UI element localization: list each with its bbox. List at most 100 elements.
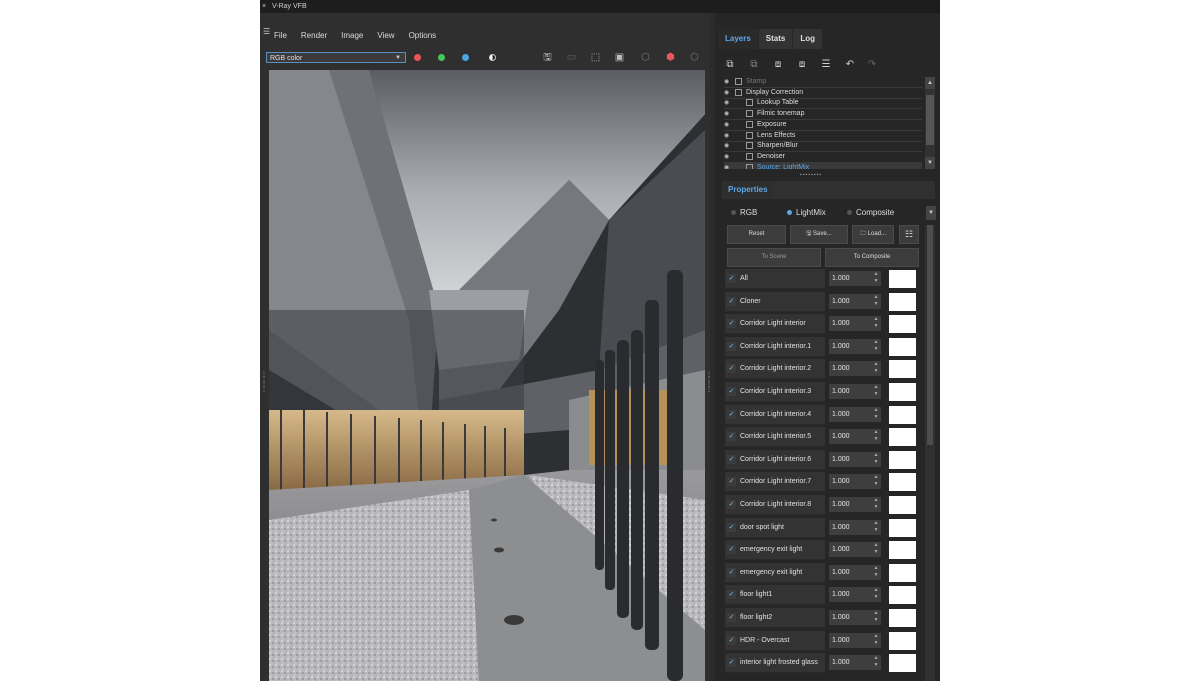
- light-enable-checkbox[interactable]: ✓: [727, 364, 736, 374]
- undo-icon[interactable]: ↶: [843, 58, 857, 72]
- tab-log[interactable]: Log: [793, 29, 823, 49]
- light-color-swatch[interactable]: [889, 541, 916, 560]
- reset-button[interactable]: Reset: [727, 225, 786, 244]
- green-channel-toggle[interactable]: [438, 54, 445, 61]
- tab-layers[interactable]: Layers: [718, 29, 758, 49]
- stepper-icon[interactable]: ▲ ▼: [872, 271, 880, 286]
- layer-item[interactable]: ◉ Denoiser: [724, 152, 922, 163]
- mode-radio-rgb[interactable]: RGB: [731, 206, 757, 220]
- save-button[interactable]: 🖫 Save...: [790, 225, 848, 244]
- layer-item[interactable]: ◉ Exposure: [724, 120, 922, 131]
- eye-icon[interactable]: ◉: [724, 88, 732, 98]
- light-enable-checkbox[interactable]: ✓: [727, 635, 736, 645]
- properties-scrollbar[interactable]: [925, 225, 935, 681]
- light-color-swatch[interactable]: [889, 586, 916, 605]
- load-layers-icon[interactable]: ⧈: [795, 58, 809, 72]
- layer-item[interactable]: ◉ Source: LightMix: [724, 162, 922, 169]
- light-color-swatch[interactable]: [889, 473, 916, 492]
- layer-scrollbar[interactable]: ▲ ▼: [925, 77, 935, 169]
- light-enable-checkbox[interactable]: ✓: [727, 274, 736, 283]
- properties-scroll-thumb[interactable]: [927, 225, 933, 445]
- light-color-swatch[interactable]: [889, 315, 916, 334]
- mode-radio-composite[interactable]: Composite: [847, 206, 894, 220]
- light-color-swatch[interactable]: [889, 631, 916, 650]
- properties-tab[interactable]: Properties: [722, 181, 774, 199]
- menu-render[interactable]: Render: [301, 31, 327, 43]
- light-color-swatch[interactable]: [889, 292, 916, 311]
- save-all-icon[interactable]: ▭: [565, 51, 578, 64]
- light-color-swatch[interactable]: [889, 496, 916, 514]
- tab-stats[interactable]: Stats: [758, 29, 793, 49]
- add-layer-icon[interactable]: ⧉: [723, 58, 737, 72]
- scroll-up-icon[interactable]: ▲: [925, 77, 935, 89]
- panel-splitter[interactable]: ▪▪▪▪▪▪▪▪: [800, 172, 840, 178]
- light-enable-checkbox[interactable]: ✓: [727, 500, 736, 509]
- stepper-icon[interactable]: ▲ ▼: [872, 316, 880, 331]
- redo-icon[interactable]: ↷: [865, 58, 879, 72]
- layer-item[interactable]: ◉ Filmic tonemap: [724, 109, 922, 121]
- light-enable-checkbox[interactable]: ✓: [727, 613, 736, 622]
- light-color-swatch[interactable]: [889, 405, 916, 424]
- red-channel-toggle[interactable]: [414, 54, 421, 61]
- stepper-icon[interactable]: ▲ ▼: [872, 610, 880, 625]
- light-enable-checkbox[interactable]: ✓: [727, 387, 736, 396]
- fit-icon[interactable]: ▣: [613, 51, 626, 64]
- menu-image[interactable]: Image: [341, 31, 363, 43]
- light-enable-checkbox[interactable]: ✓: [727, 590, 736, 600]
- stepper-icon[interactable]: ▲ ▼: [872, 565, 880, 580]
- start-render-icon[interactable]: ⬡: [688, 51, 701, 64]
- remove-layer-icon[interactable]: ⧉: [747, 58, 761, 72]
- light-color-swatch[interactable]: [889, 609, 916, 627]
- stepper-icon[interactable]: ▲ ▼: [872, 339, 880, 354]
- list-options-icon[interactable]: ☰: [819, 58, 833, 72]
- mono-toggle-icon[interactable]: [489, 54, 496, 61]
- save-icon[interactable]: 🖫: [541, 51, 554, 64]
- light-enable-checkbox[interactable]: ✓: [727, 409, 736, 419]
- layer-item[interactable]: ◉ Sharpen/Blur: [724, 141, 922, 153]
- light-enable-checkbox[interactable]: ✓: [727, 477, 736, 487]
- eye-icon[interactable]: ◉: [724, 120, 732, 130]
- stepper-icon[interactable]: ▲ ▼: [872, 474, 880, 489]
- layer-item[interactable]: ◉ Stamp: [724, 77, 922, 88]
- light-color-swatch[interactable]: [889, 383, 916, 401]
- load-button[interactable]: 🗀 Load...: [852, 225, 894, 244]
- light-color-swatch[interactable]: [889, 654, 916, 673]
- stop-render-icon[interactable]: ⬢: [664, 51, 677, 64]
- light-enable-checkbox[interactable]: ✓: [727, 296, 736, 306]
- region-render-icon[interactable]: ⬚: [589, 51, 602, 64]
- hamburger-menu-icon[interactable]: ☰: [263, 28, 271, 36]
- light-enable-checkbox[interactable]: ✓: [727, 454, 736, 464]
- eye-icon[interactable]: ◉: [724, 141, 732, 151]
- mode-radio-lightmix[interactable]: LightMix: [787, 206, 826, 220]
- eye-icon[interactable]: ◉: [724, 152, 732, 162]
- light-color-swatch[interactable]: [889, 518, 916, 537]
- save-layers-icon[interactable]: ⧈: [771, 58, 785, 72]
- light-color-swatch[interactable]: [889, 450, 916, 469]
- scroll-thumb[interactable]: [926, 95, 934, 145]
- stepper-icon[interactable]: ▲ ▼: [872, 384, 880, 399]
- render-last-icon[interactable]: ⬡: [639, 51, 652, 64]
- menu-file[interactable]: File: [274, 31, 287, 43]
- to-scene-button[interactable]: To Scene: [727, 248, 821, 267]
- menu-view[interactable]: View: [377, 31, 394, 43]
- light-enable-checkbox[interactable]: ✓: [727, 341, 736, 351]
- eye-icon[interactable]: ◉: [724, 131, 732, 141]
- menu-options[interactable]: Options: [409, 31, 437, 43]
- stepper-icon[interactable]: ▲ ▼: [872, 429, 880, 444]
- eye-icon[interactable]: ◉: [724, 163, 732, 169]
- light-enable-checkbox[interactable]: ✓: [727, 319, 736, 329]
- light-color-swatch[interactable]: [889, 563, 916, 582]
- light-enable-checkbox[interactable]: ✓: [727, 522, 736, 532]
- light-enable-checkbox[interactable]: ✓: [727, 567, 736, 577]
- close-icon[interactable]: ×: [262, 0, 266, 13]
- stepper-icon[interactable]: ▲ ▼: [872, 452, 880, 467]
- channel-select[interactable]: RGB color ▼: [266, 52, 406, 63]
- stepper-icon[interactable]: ▲ ▼: [872, 361, 880, 376]
- light-color-swatch[interactable]: [889, 360, 916, 379]
- light-color-swatch[interactable]: [889, 270, 916, 288]
- light-enable-checkbox[interactable]: ✓: [727, 432, 736, 442]
- right-drag-handle[interactable]: ⋮ ⋮ ⋮ ⋮: [706, 372, 712, 413]
- stepper-icon[interactable]: ▲ ▼: [872, 294, 880, 309]
- layer-item[interactable]: ◉ Lens Effects: [724, 131, 922, 142]
- stepper-icon[interactable]: ▲ ▼: [872, 587, 880, 602]
